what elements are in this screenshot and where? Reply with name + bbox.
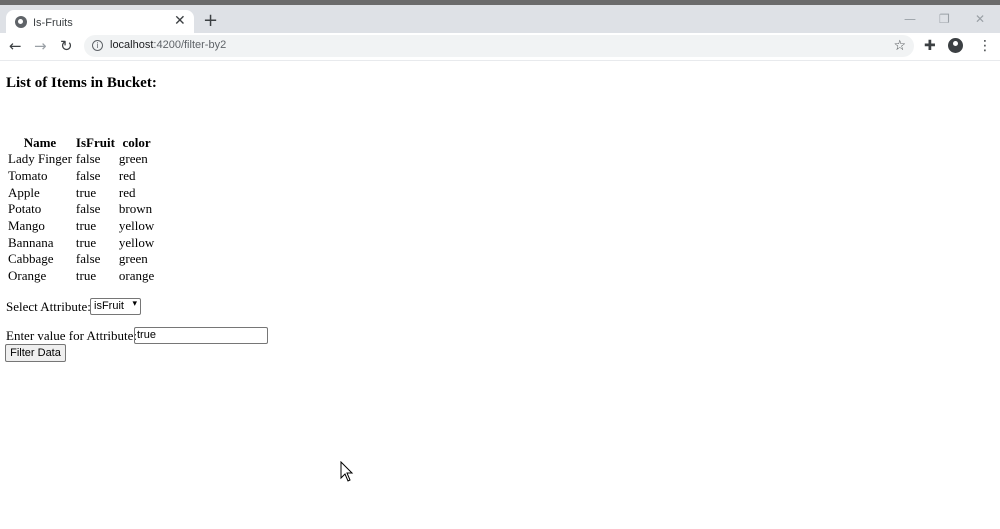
attribute-select-value: isFruit: [94, 300, 124, 312]
cell-name: Bannana: [8, 234, 54, 250]
cell-isfruit: true: [75, 218, 97, 234]
attribute-select[interactable]: isFruit ▾: [90, 298, 141, 315]
cell-isfruit: false: [75, 251, 101, 267]
back-arrow-icon[interactable]: ←: [9, 36, 22, 56]
table-row: Mango true yellow: [7, 218, 155, 235]
header-isfruit: IsFruit: [75, 134, 115, 150]
globe-icon: [15, 16, 27, 28]
url-path: :4200/filter-by2: [153, 39, 227, 51]
attribute-value-input[interactable]: true: [134, 327, 268, 344]
forward-arrow-icon[interactable]: →: [34, 36, 47, 56]
minimize-icon[interactable]: —: [904, 13, 916, 25]
close-window-icon[interactable]: ✕: [975, 13, 985, 25]
chevron-down-icon: ▾: [132, 299, 137, 309]
cell-name: Lady Finger: [8, 151, 72, 167]
new-tab-button[interactable]: +: [203, 12, 218, 30]
cell-name: Mango: [8, 218, 45, 234]
header-color: color: [122, 134, 151, 150]
cell-isfruit: true: [75, 184, 97, 200]
table-row: Orange true orange: [7, 268, 155, 285]
table-row: Bannana true yellow: [7, 234, 155, 251]
table-row: Apple true red: [7, 184, 155, 201]
page-heading: List of Items in Bucket:: [6, 75, 157, 91]
table-row: Tomato false red: [7, 168, 155, 185]
cell-isfruit: false: [75, 151, 101, 167]
url-text[interactable]: localhost:4200/filter-by2: [110, 39, 226, 51]
cell-name: Tomato: [8, 168, 48, 184]
address-bar: ← → ↻ i localhost:4200/filter-by2 ☆ ✚ ⋮: [0, 33, 1000, 61]
bookmark-star-icon[interactable]: ☆: [893, 36, 906, 56]
cell-name: Potato: [8, 201, 42, 217]
cell-name: Apple: [8, 184, 40, 200]
header-name: Name: [23, 134, 57, 150]
cell-color: yellow: [118, 218, 155, 234]
cell-isfruit: true: [75, 234, 97, 250]
table-header-row: Name IsFruit color: [7, 134, 155, 151]
table-row: Potato false brown: [7, 201, 155, 218]
cell-name: Orange: [8, 268, 47, 284]
cell-isfruit: false: [75, 168, 101, 184]
page-content: List of Items in Bucket: Name IsFruit co…: [0, 61, 1000, 529]
cell-color: brown: [118, 201, 153, 217]
tab-title: Is-Fruits: [33, 17, 73, 29]
cell-isfruit: true: [75, 268, 97, 284]
table-row: Cabbage false green: [7, 251, 155, 268]
attribute-value-label: Enter value for Attribute:: [6, 328, 138, 343]
cell-color: green: [118, 251, 148, 267]
extensions-puzzle-icon[interactable]: ✚: [924, 37, 936, 55]
cell-name: Cabbage: [8, 251, 54, 267]
items-table: Name IsFruit color Lady Finger false green…: [5, 134, 157, 285]
table-row: Lady Finger false green: [7, 151, 155, 168]
cell-color: yellow: [118, 234, 155, 250]
cell-color: red: [118, 168, 136, 184]
mouse-cursor-icon: [340, 461, 354, 482]
close-tab-icon[interactable]: ✕: [174, 14, 186, 28]
tab-bar: Is-Fruits ✕ + — ❐ ✕: [0, 5, 1000, 36]
url-host: localhost: [110, 39, 154, 51]
filter-data-button[interactable]: Filter Data: [5, 344, 66, 362]
menu-kebab-icon[interactable]: ⋮: [978, 37, 992, 55]
restore-icon[interactable]: ❐: [939, 13, 950, 25]
select-attribute-label: Select Attribute:: [6, 299, 91, 314]
site-info-icon[interactable]: i: [92, 40, 103, 51]
cell-color: orange: [118, 268, 155, 284]
cell-color: red: [118, 184, 136, 200]
cell-color: green: [118, 151, 148, 167]
cell-isfruit: false: [75, 201, 101, 217]
omnibox[interactable]: i localhost:4200/filter-by2 ☆: [84, 35, 914, 57]
reload-icon[interactable]: ↻: [60, 36, 73, 56]
profile-avatar-icon[interactable]: [948, 38, 963, 53]
